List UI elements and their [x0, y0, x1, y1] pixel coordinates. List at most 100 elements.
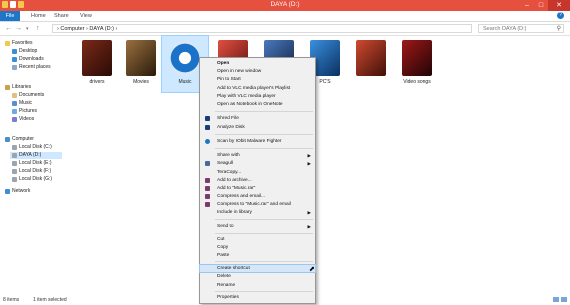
folder-label: Video songs	[403, 79, 431, 85]
nav-label: Local Disk (C:)	[19, 144, 52, 150]
folder-item[interactable]	[348, 36, 394, 92]
chevron-down-icon[interactable]: ▾	[26, 26, 29, 32]
nav-recent[interactable]: Recent places	[12, 64, 51, 71]
menu-open-new-window[interactable]: Open in new window	[200, 68, 315, 75]
details-view-icon[interactable]	[553, 297, 559, 302]
nav-computer[interactable]: Computer	[5, 136, 34, 143]
nav-desktop[interactable]: Desktop	[12, 48, 37, 55]
menu-paste[interactable]: Paste	[200, 252, 315, 259]
menu-analyze[interactable]: Analyze Disk	[200, 124, 315, 131]
nav-label: Libraries	[12, 84, 32, 90]
address-field[interactable]: › Computer › DAYA (D:) ›	[52, 24, 472, 33]
nav-videos[interactable]: Videos	[12, 116, 34, 123]
menu-label: Copy	[217, 245, 229, 250]
menu-shred[interactable]: Shred File	[200, 115, 315, 122]
chevron-right-icon: ▶	[307, 161, 311, 166]
menu-cut[interactable]: Cut	[200, 236, 315, 243]
nav-disk-g[interactable]: Local Disk (G:)	[12, 176, 52, 183]
folder-item[interactable]: Video songs	[394, 36, 440, 92]
nav-network[interactable]: Network	[5, 188, 30, 195]
menu-separator	[215, 219, 313, 220]
menu-label: Properties	[217, 295, 239, 300]
menu-label: Play with VLC media player	[217, 94, 276, 99]
minimize-button[interactable]: –	[520, 0, 534, 11]
menu-compress-email[interactable]: Compress and email...	[200, 193, 315, 200]
menu-label: Send to	[217, 224, 234, 229]
tab-home[interactable]: Home	[31, 12, 46, 20]
winrar-icon	[205, 186, 210, 191]
nav-favorites[interactable]: Favorites	[5, 40, 33, 47]
nav-downloads[interactable]: Downloads	[12, 56, 44, 63]
menu-include-library[interactable]: Include in library ▶	[200, 209, 315, 216]
menu-label: Delete	[217, 274, 231, 279]
context-menu: Open Open in new window Pin to Start Add…	[199, 57, 316, 304]
nav-label: Videos	[19, 116, 35, 122]
navigation-pane: Favorites Desktop Downloads Recent place…	[0, 36, 66, 294]
pictures-icon	[12, 109, 17, 114]
nav-daya-d[interactable]: DAYA (D:)	[10, 152, 62, 159]
folder-item[interactable]: Movies	[118, 36, 164, 92]
menu-pin-start[interactable]: Pin to Start	[200, 76, 315, 83]
menu-label: Add to archive...	[217, 178, 252, 183]
menu-vlc-playlist[interactable]: Add to VLC media player's Playlist	[200, 85, 315, 92]
nav-libraries[interactable]: Libraries	[5, 84, 31, 91]
up-arrow-icon[interactable]: ↑	[36, 25, 40, 32]
nav-disk-e[interactable]: Local Disk (E:)	[12, 160, 52, 167]
menu-send-to[interactable]: Send to ▶	[200, 223, 315, 230]
menu-vlc-play[interactable]: Play with VLC media player	[200, 93, 315, 100]
menu-copy[interactable]: Copy	[200, 244, 315, 251]
nav-disk-c[interactable]: Local Disk (C:)	[12, 144, 52, 151]
folder-item[interactable]: drivers	[74, 36, 120, 92]
nav-label: Documents	[19, 92, 45, 98]
analyze-icon	[205, 125, 210, 130]
drive-icon	[12, 169, 17, 174]
menu-label: Open as Notebook in OneNote	[217, 102, 283, 107]
network-icon	[5, 189, 10, 194]
menu-open[interactable]: Open	[200, 60, 315, 67]
seagull-icon	[205, 161, 210, 166]
menu-rename[interactable]: Rename	[200, 282, 315, 289]
menu-teracopy[interactable]: TeraCopy...	[200, 169, 315, 176]
nav-pictures[interactable]: Pictures	[12, 108, 37, 115]
drive-icon	[12, 161, 17, 166]
search-input[interactable]: Search DAYA (D:) ⚲	[478, 24, 564, 33]
menu-separator	[215, 134, 313, 135]
help-icon[interactable]: ?	[557, 12, 564, 19]
tab-view[interactable]: View	[80, 12, 92, 20]
menu-seagull[interactable]: Seagull ▶	[200, 160, 315, 167]
tab-share[interactable]: Share	[54, 12, 69, 20]
menu-iobit[interactable]: Scan by IObit Malware Fighter	[200, 138, 315, 145]
item-count: 8 items	[3, 297, 20, 303]
menu-properties[interactable]: Properties	[200, 294, 315, 301]
winrar-icon	[205, 178, 210, 183]
mouse-cursor-icon: ⬈	[309, 266, 315, 273]
maximize-button[interactable]: □	[534, 0, 548, 11]
forward-arrow-icon[interactable]: →	[15, 25, 22, 32]
menu-share-with[interactable]: Share with ▶	[200, 152, 315, 159]
shred-icon	[205, 116, 210, 121]
menu-create-shortcut[interactable]: Create shortcut	[199, 264, 316, 273]
close-button[interactable]: ✕	[548, 0, 570, 11]
menu-separator	[215, 148, 313, 149]
tab-file[interactable]: File	[0, 11, 20, 21]
libraries-icon	[5, 85, 10, 90]
nav-label: DAYA (D:)	[19, 152, 42, 158]
large-icons-view-icon[interactable]	[561, 297, 567, 302]
media-player-icon	[170, 40, 200, 76]
menu-label: Cut	[217, 237, 225, 242]
menu-compress-music-email[interactable]: Compress to "Music.rar" and email	[200, 201, 315, 208]
menu-onenote[interactable]: Open as Notebook in OneNote	[200, 101, 315, 108]
menu-add-music-rar[interactable]: Add to "Music.rar"	[200, 185, 315, 192]
iobit-icon	[205, 139, 210, 144]
menu-label: Add to VLC media player's Playlist	[217, 86, 291, 91]
nav-music[interactable]: Music	[12, 100, 32, 107]
menu-delete[interactable]: Delete	[200, 273, 315, 280]
back-arrow-icon[interactable]: ←	[5, 25, 12, 32]
folder-label: drivers	[89, 79, 105, 85]
nav-disk-f[interactable]: Local Disk (F:)	[12, 168, 51, 175]
menu-label: Rename	[217, 283, 236, 288]
menu-label: Pin to Start	[217, 77, 241, 82]
nav-documents[interactable]: Documents	[12, 92, 44, 99]
menu-add-archive[interactable]: Add to archive...	[200, 177, 315, 184]
chevron-right-icon: ▶	[307, 210, 311, 215]
